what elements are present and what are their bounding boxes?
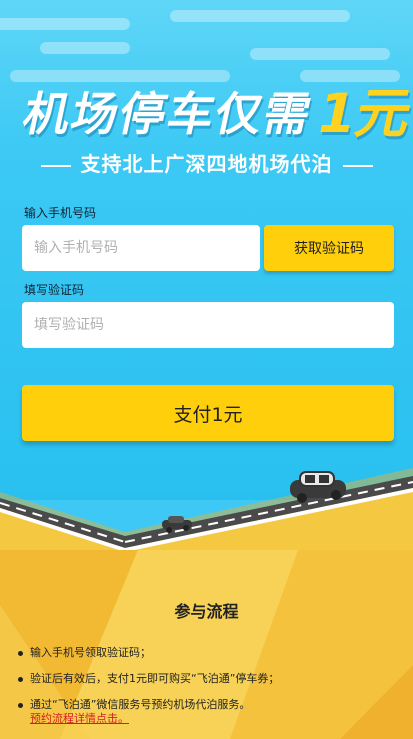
- list-item: 验证后有效后，支付1元即可购买“飞泊通”停车券；: [14, 666, 409, 692]
- subtitle-text: 支持北上广深四地机场代泊: [80, 152, 333, 176]
- decor-stripe: [250, 48, 390, 60]
- decor-stripe: [0, 18, 130, 30]
- road-scene: [0, 468, 413, 550]
- pay-button[interactable]: 支付1元: [22, 385, 394, 441]
- detail-link[interactable]: 预约流程详情点击。: [30, 710, 129, 726]
- process-title: 参与流程: [174, 602, 239, 621]
- list-item: 输入手机号领取验证码；: [14, 640, 409, 666]
- decor-stripe: [300, 70, 400, 82]
- code-label: 填写验证码: [24, 283, 85, 297]
- headline-price: 1元: [311, 82, 413, 145]
- subtitle-dash-left: [40, 164, 71, 167]
- subtitle-dash-right: [342, 164, 373, 167]
- phone-input[interactable]: [22, 225, 260, 271]
- headline-main: 机场停车仅需: [18, 87, 318, 141]
- page: 机场停车仅需 1元 支持北上广深四地机场代泊 输入手机号码 获取验证码 填写验证…: [0, 0, 413, 739]
- decor-stripe: [170, 10, 350, 22]
- process-steps: 输入手机号领取验证码； 验证后有效后，支付1元即可购买“飞泊通”停车券； 通过“…: [14, 640, 409, 718]
- headline: 机场停车仅需 1元: [18, 82, 413, 145]
- decor-stripe: [40, 42, 130, 54]
- phone-label: 输入手机号码: [24, 206, 97, 220]
- decor-stripe: [10, 70, 230, 82]
- subtitle: 支持北上广深四地机场代泊: [0, 148, 413, 177]
- get-code-button[interactable]: 获取验证码: [264, 225, 394, 271]
- code-input[interactable]: [22, 302, 394, 348]
